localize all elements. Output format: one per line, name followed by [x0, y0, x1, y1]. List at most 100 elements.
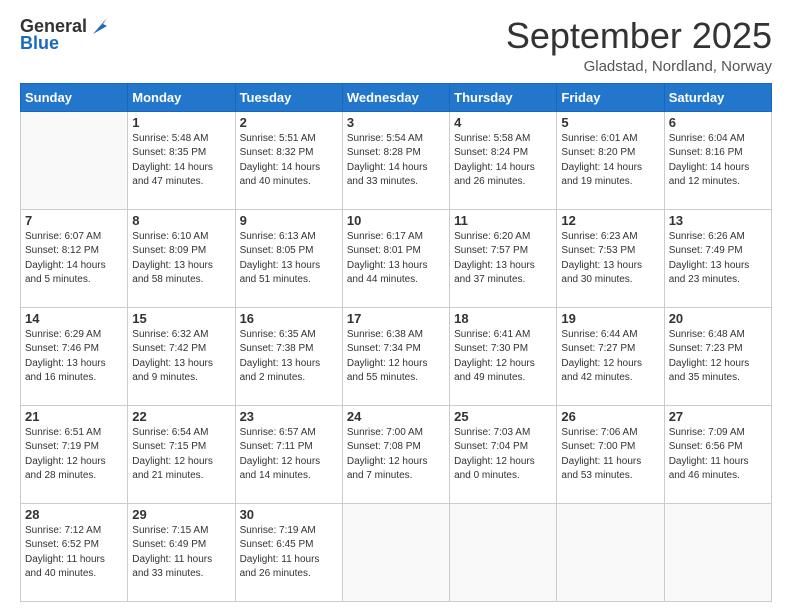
- table-row: 11 Sunrise: 6:20 AMSunset: 7:57 PMDayligh…: [450, 209, 557, 307]
- day-number: 9: [240, 213, 338, 228]
- table-row: 22 Sunrise: 6:54 AMSunset: 7:15 PMDayligh…: [128, 405, 235, 503]
- day-info: Sunrise: 6:41 AMSunset: 7:30 PMDaylight:…: [454, 328, 552, 386]
- day-number: 17: [347, 311, 445, 326]
- day-info: Sunrise: 7:12 AMSunset: 6:52 PMDaylight:…: [25, 524, 123, 582]
- table-row: 28 Sunrise: 7:12 AMSunset: 6:52 PMDayligh…: [21, 503, 128, 601]
- table-row: 2 Sunrise: 5:51 AMSunset: 8:32 PMDaylight…: [235, 111, 342, 209]
- col-sunday: Sunday: [21, 83, 128, 111]
- day-number: 3: [347, 115, 445, 130]
- day-info: Sunrise: 7:06 AMSunset: 7:00 PMDaylight:…: [561, 426, 659, 484]
- day-number: 1: [132, 115, 230, 130]
- table-row: 12 Sunrise: 6:23 AMSunset: 7:53 PMDayligh…: [557, 209, 664, 307]
- day-number: 6: [669, 115, 767, 130]
- day-info: Sunrise: 6:20 AMSunset: 7:57 PMDaylight:…: [454, 230, 552, 288]
- day-info: Sunrise: 6:04 AMSunset: 8:16 PMDaylight:…: [669, 132, 767, 190]
- day-info: Sunrise: 6:10 AMSunset: 8:09 PMDaylight:…: [132, 230, 230, 288]
- logo-blue: Blue: [20, 34, 59, 54]
- day-info: Sunrise: 6:57 AMSunset: 7:11 PMDaylight:…: [240, 426, 338, 484]
- table-row: 23 Sunrise: 6:57 AMSunset: 7:11 PMDayligh…: [235, 405, 342, 503]
- table-row: 24Sunrise: 7:00 AMSunset: 7:08 PMDayligh…: [342, 405, 449, 503]
- table-row: 14 Sunrise: 6:29 AMSunset: 7:46 PMDayligh…: [21, 307, 128, 405]
- day-info: Sunrise: 6:13 AMSunset: 8:05 PMDaylight:…: [240, 230, 338, 288]
- day-info: Sunrise: 5:54 AMSunset: 8:28 PMDaylight:…: [347, 132, 445, 190]
- day-info: Sunrise: 6:26 AMSunset: 7:49 PMDaylight:…: [669, 230, 767, 288]
- col-monday: Monday: [128, 83, 235, 111]
- table-row: 6 Sunrise: 6:04 AMSunset: 8:16 PMDaylight…: [664, 111, 771, 209]
- day-info: Sunrise: 6:54 AMSunset: 7:15 PMDaylight:…: [132, 426, 230, 484]
- day-info: Sunrise: 6:38 AMSunset: 7:34 PMDaylight:…: [347, 328, 445, 386]
- day-info: Sunrise: 5:58 AMSunset: 8:24 PMDaylight:…: [454, 132, 552, 190]
- table-row: 18 Sunrise: 6:41 AMSunset: 7:30 PMDayligh…: [450, 307, 557, 405]
- table-row: 7 Sunrise: 6:07 AMSunset: 8:12 PMDaylight…: [21, 209, 128, 307]
- calendar-header-row: Sunday Monday Tuesday Wednesday Thursday…: [21, 83, 772, 111]
- table-row: 30 Sunrise: 7:19 AMSunset: 6:45 PMDayligh…: [235, 503, 342, 601]
- day-info: Sunrise: 6:35 AMSunset: 7:38 PMDaylight:…: [240, 328, 338, 386]
- day-number: 14: [25, 311, 123, 326]
- day-info: Sunrise: 7:03 AMSunset: 7:04 PMDaylight:…: [454, 426, 552, 484]
- page: General Blue September 2025 Gladstad, No…: [0, 0, 792, 612]
- table-row: 26 Sunrise: 7:06 AMSunset: 7:00 PMDayligh…: [557, 405, 664, 503]
- day-info: Sunrise: 6:29 AMSunset: 7:46 PMDaylight:…: [25, 328, 123, 386]
- day-number: 18: [454, 311, 552, 326]
- day-number: 25: [454, 409, 552, 424]
- table-row: 5 Sunrise: 6:01 AMSunset: 8:20 PMDaylight…: [557, 111, 664, 209]
- day-number: 21: [25, 409, 123, 424]
- day-number: 12: [561, 213, 659, 228]
- day-info: Sunrise: 6:32 AMSunset: 7:42 PMDaylight:…: [132, 328, 230, 386]
- table-row: 19Sunrise: 6:44 AMSunset: 7:27 PMDayligh…: [557, 307, 664, 405]
- day-info: Sunrise: 6:17 AMSunset: 8:01 PMDaylight:…: [347, 230, 445, 288]
- day-number: 13: [669, 213, 767, 228]
- day-number: 16: [240, 311, 338, 326]
- day-info: Sunrise: 6:51 AMSunset: 7:19 PMDaylight:…: [25, 426, 123, 484]
- day-info: Sunrise: 5:48 AMSunset: 8:35 PMDaylight:…: [132, 132, 230, 190]
- day-number: 5: [561, 115, 659, 130]
- day-number: 26: [561, 409, 659, 424]
- table-row: [21, 111, 128, 209]
- table-row: 3 Sunrise: 5:54 AMSunset: 8:28 PMDaylight…: [342, 111, 449, 209]
- day-info: Sunrise: 7:09 AMSunset: 6:56 PMDaylight:…: [669, 426, 767, 484]
- day-number: 4: [454, 115, 552, 130]
- location-subtitle: Gladstad, Nordland, Norway: [506, 58, 772, 75]
- day-number: 30: [240, 507, 338, 522]
- table-row: 1 Sunrise: 5:48 AMSunset: 8:35 PMDaylight…: [128, 111, 235, 209]
- header-right: September 2025 Gladstad, Nordland, Norwa…: [506, 16, 772, 75]
- table-row: [450, 503, 557, 601]
- col-saturday: Saturday: [664, 83, 771, 111]
- day-number: 22: [132, 409, 230, 424]
- table-row: 16 Sunrise: 6:35 AMSunset: 7:38 PMDayligh…: [235, 307, 342, 405]
- day-info: Sunrise: 5:51 AMSunset: 8:32 PMDaylight:…: [240, 132, 338, 190]
- day-info: Sunrise: 6:44 AMSunset: 7:27 PMDaylight:…: [561, 328, 659, 386]
- table-row: 13 Sunrise: 6:26 AMSunset: 7:49 PMDayligh…: [664, 209, 771, 307]
- logo-icon: [89, 16, 111, 38]
- table-row: 29Sunrise: 7:15 AMSunset: 6:49 PMDayligh…: [128, 503, 235, 601]
- day-number: 8: [132, 213, 230, 228]
- col-friday: Friday: [557, 83, 664, 111]
- day-number: 11: [454, 213, 552, 228]
- table-row: 27 Sunrise: 7:09 AMSunset: 6:56 PMDayligh…: [664, 405, 771, 503]
- day-info: Sunrise: 7:00 AMSunset: 7:08 PMDaylight:…: [347, 426, 445, 484]
- table-row: [342, 503, 449, 601]
- day-number: 28: [25, 507, 123, 522]
- day-number: 7: [25, 213, 123, 228]
- table-row: 9 Sunrise: 6:13 AMSunset: 8:05 PMDaylight…: [235, 209, 342, 307]
- day-number: 23: [240, 409, 338, 424]
- month-title: September 2025: [506, 16, 772, 56]
- day-info: Sunrise: 6:48 AMSunset: 7:23 PMDaylight:…: [669, 328, 767, 386]
- col-wednesday: Wednesday: [342, 83, 449, 111]
- day-info: Sunrise: 6:07 AMSunset: 8:12 PMDaylight:…: [25, 230, 123, 288]
- table-row: 4 Sunrise: 5:58 AMSunset: 8:24 PMDaylight…: [450, 111, 557, 209]
- table-row: 20 Sunrise: 6:48 AMSunset: 7:23 PMDayligh…: [664, 307, 771, 405]
- table-row: 25 Sunrise: 7:03 AMSunset: 7:04 PMDayligh…: [450, 405, 557, 503]
- top-section: General Blue September 2025 Gladstad, No…: [20, 16, 772, 75]
- day-number: 27: [669, 409, 767, 424]
- day-number: 20: [669, 311, 767, 326]
- day-number: 2: [240, 115, 338, 130]
- table-row: [557, 503, 664, 601]
- day-info: Sunrise: 6:01 AMSunset: 8:20 PMDaylight:…: [561, 132, 659, 190]
- day-info: Sunrise: 6:23 AMSunset: 7:53 PMDaylight:…: [561, 230, 659, 288]
- table-row: 10Sunrise: 6:17 AMSunset: 8:01 PMDayligh…: [342, 209, 449, 307]
- day-info: Sunrise: 7:19 AMSunset: 6:45 PMDaylight:…: [240, 524, 338, 582]
- table-row: [664, 503, 771, 601]
- logo: General Blue: [20, 16, 111, 54]
- day-number: 15: [132, 311, 230, 326]
